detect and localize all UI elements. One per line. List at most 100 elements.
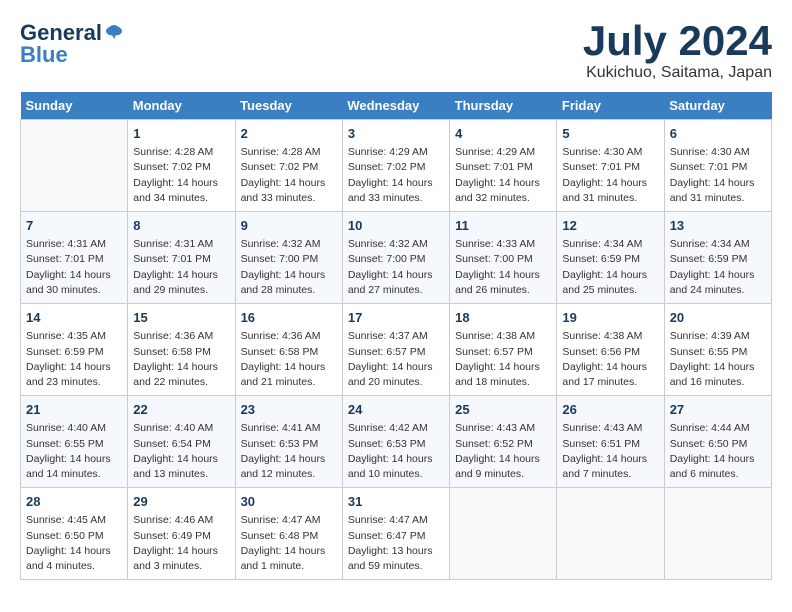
col-header-tuesday: Tuesday [235,92,342,120]
day-number: 3 [348,125,444,143]
calendar-week-row: 21Sunrise: 4:40 AM Sunset: 6:55 PM Dayli… [21,396,772,488]
day-detail: Sunrise: 4:34 AM Sunset: 6:59 PM Dayligh… [562,237,658,298]
day-detail: Sunrise: 4:36 AM Sunset: 6:58 PM Dayligh… [241,329,337,390]
day-number: 7 [26,217,122,235]
day-detail: Sunrise: 4:38 AM Sunset: 6:57 PM Dayligh… [455,329,551,390]
calendar-week-row: 28 Sunrise: 4:45 AM Sunset: 6:50 PM Dayli… [21,488,772,580]
day-number: 13 [670,217,766,235]
calendar-cell: 7 Sunrise: 4:31 AM Sunset: 7:01 PM Daylig… [21,212,128,304]
day-number: 9 [241,217,337,235]
day-detail: Sunrise: 4:39 AM Sunset: 6:55 PM Dayligh… [670,329,766,390]
location-subtitle: Kukichuo, Saitama, Japan [583,64,772,82]
calendar-cell: 14 Sunrise: 4:35 AM Sunset: 6:59 PM Dayli… [21,304,128,396]
day-number: 5 [562,125,658,143]
day-number: 25 [455,401,551,419]
logo-bird-icon [104,23,124,43]
day-number: 30 [241,493,337,511]
day-number: 28 [26,493,122,511]
calendar-cell: 20 Sunrise: 4:39 AM Sunset: 6:55 PM Dayli… [664,304,771,396]
calendar-cell: 3 Sunrise: 4:29 AM Sunset: 7:02 PM Daylig… [342,120,449,212]
day-detail: Sunrise: 4:42 AM Sunset: 6:53 PM Dayligh… [348,421,444,482]
calendar-cell: 22 Sunrise: 4:40 AM Sunset: 6:54 PM Dayli… [128,396,235,488]
calendar-cell: 2 Sunrise: 4:28 AM Sunset: 7:02 PM Daylig… [235,120,342,212]
calendar-cell: 12 Sunrise: 4:34 AM Sunset: 6:59 PM Dayli… [557,212,664,304]
col-header-sunday: Sunday [21,92,128,120]
day-detail: Sunrise: 4:28 AM Sunset: 7:02 PM Dayligh… [241,145,337,206]
day-detail: Sunrise: 4:29 AM Sunset: 7:02 PM Dayligh… [348,145,444,206]
day-detail: Sunrise: 4:34 AM Sunset: 6:59 PM Dayligh… [670,237,766,298]
day-detail: Sunrise: 4:40 AM Sunset: 6:54 PM Dayligh… [133,421,229,482]
calendar-header-row: SundayMondayTuesdayWednesdayThursdayFrid… [21,92,772,120]
day-number: 15 [133,309,229,327]
calendar-week-row: 1 Sunrise: 4:28 AM Sunset: 7:02 PM Daylig… [21,120,772,212]
day-detail: Sunrise: 4:41 AM Sunset: 6:53 PM Dayligh… [241,421,337,482]
calendar-cell: 31Sunrise: 4:47 AM Sunset: 6:47 PM Dayli… [342,488,449,580]
day-number: 2 [241,125,337,143]
day-number: 1 [133,125,229,143]
day-detail: Sunrise: 4:38 AM Sunset: 6:56 PM Dayligh… [562,329,658,390]
day-number: 19 [562,309,658,327]
day-number: 12 [562,217,658,235]
calendar-cell: 18 Sunrise: 4:38 AM Sunset: 6:57 PM Dayli… [450,304,557,396]
calendar-cell: 24Sunrise: 4:42 AM Sunset: 6:53 PM Dayli… [342,396,449,488]
calendar-cell: 25 Sunrise: 4:43 AM Sunset: 6:52 PM Dayli… [450,396,557,488]
day-detail: Sunrise: 4:32 AM Sunset: 7:00 PM Dayligh… [348,237,444,298]
day-detail: Sunrise: 4:31 AM Sunset: 7:01 PM Dayligh… [26,237,122,298]
title-section: July 2024 Kukichuo, Saitama, Japan [583,20,772,82]
day-number: 23 [241,401,337,419]
day-number: 20 [670,309,766,327]
calendar-cell: 17 Sunrise: 4:37 AM Sunset: 6:57 PM Dayli… [342,304,449,396]
col-header-saturday: Saturday [664,92,771,120]
calendar-cell: 26 Sunrise: 4:43 AM Sunset: 6:51 PM Dayli… [557,396,664,488]
day-number: 26 [562,401,658,419]
calendar-table: SundayMondayTuesdayWednesdayThursdayFrid… [20,92,772,580]
calendar-cell: 9 Sunrise: 4:32 AM Sunset: 7:00 PM Daylig… [235,212,342,304]
day-number: 17 [348,309,444,327]
day-detail: Sunrise: 4:43 AM Sunset: 6:52 PM Dayligh… [455,421,551,482]
day-detail: Sunrise: 4:43 AM Sunset: 6:51 PM Dayligh… [562,421,658,482]
day-detail: Sunrise: 4:44 AM Sunset: 6:50 PM Dayligh… [670,421,766,482]
day-number: 4 [455,125,551,143]
calendar-week-row: 7 Sunrise: 4:31 AM Sunset: 7:01 PM Daylig… [21,212,772,304]
calendar-cell: 8Sunrise: 4:31 AM Sunset: 7:01 PM Daylig… [128,212,235,304]
calendar-cell: 4Sunrise: 4:29 AM Sunset: 7:01 PM Daylig… [450,120,557,212]
day-detail: Sunrise: 4:35 AM Sunset: 6:59 PM Dayligh… [26,329,122,390]
calendar-cell: 21Sunrise: 4:40 AM Sunset: 6:55 PM Dayli… [21,396,128,488]
day-number: 29 [133,493,229,511]
calendar-cell: 23 Sunrise: 4:41 AM Sunset: 6:53 PM Dayli… [235,396,342,488]
calendar-cell: 19 Sunrise: 4:38 AM Sunset: 6:56 PM Dayli… [557,304,664,396]
day-number: 14 [26,309,122,327]
calendar-cell: 27Sunrise: 4:44 AM Sunset: 6:50 PM Dayli… [664,396,771,488]
day-detail: Sunrise: 4:46 AM Sunset: 6:49 PM Dayligh… [133,513,229,574]
day-detail: Sunrise: 4:37 AM Sunset: 6:57 PM Dayligh… [348,329,444,390]
calendar-cell: 16Sunrise: 4:36 AM Sunset: 6:58 PM Dayli… [235,304,342,396]
calendar-week-row: 14 Sunrise: 4:35 AM Sunset: 6:59 PM Dayli… [21,304,772,396]
calendar-cell: 29 Sunrise: 4:46 AM Sunset: 6:49 PM Dayli… [128,488,235,580]
calendar-cell [664,488,771,580]
day-detail: Sunrise: 4:45 AM Sunset: 6:50 PM Dayligh… [26,513,122,574]
day-number: 18 [455,309,551,327]
logo: General Blue [20,20,124,68]
day-detail: Sunrise: 4:30 AM Sunset: 7:01 PM Dayligh… [562,145,658,206]
day-detail: Sunrise: 4:32 AM Sunset: 7:00 PM Dayligh… [241,237,337,298]
day-detail: Sunrise: 4:47 AM Sunset: 6:48 PM Dayligh… [241,513,337,574]
day-number: 10 [348,217,444,235]
page-header: General Blue July 2024 Kukichuo, Saitama… [20,20,772,82]
day-detail: Sunrise: 4:36 AM Sunset: 6:58 PM Dayligh… [133,329,229,390]
day-number: 31 [348,493,444,511]
col-header-friday: Friday [557,92,664,120]
day-number: 22 [133,401,229,419]
col-header-wednesday: Wednesday [342,92,449,120]
calendar-cell: 5 Sunrise: 4:30 AM Sunset: 7:01 PM Daylig… [557,120,664,212]
calendar-cell: 30 Sunrise: 4:47 AM Sunset: 6:48 PM Dayli… [235,488,342,580]
calendar-cell [21,120,128,212]
calendar-cell [557,488,664,580]
day-detail: Sunrise: 4:40 AM Sunset: 6:55 PM Dayligh… [26,421,122,482]
month-year-title: July 2024 [583,20,772,62]
day-detail: Sunrise: 4:31 AM Sunset: 7:01 PM Dayligh… [133,237,229,298]
calendar-cell: 1 Sunrise: 4:28 AM Sunset: 7:02 PM Daylig… [128,120,235,212]
day-detail: Sunrise: 4:28 AM Sunset: 7:02 PM Dayligh… [133,145,229,206]
logo-blue: Blue [20,42,68,68]
col-header-thursday: Thursday [450,92,557,120]
calendar-cell: 28 Sunrise: 4:45 AM Sunset: 6:50 PM Dayli… [21,488,128,580]
